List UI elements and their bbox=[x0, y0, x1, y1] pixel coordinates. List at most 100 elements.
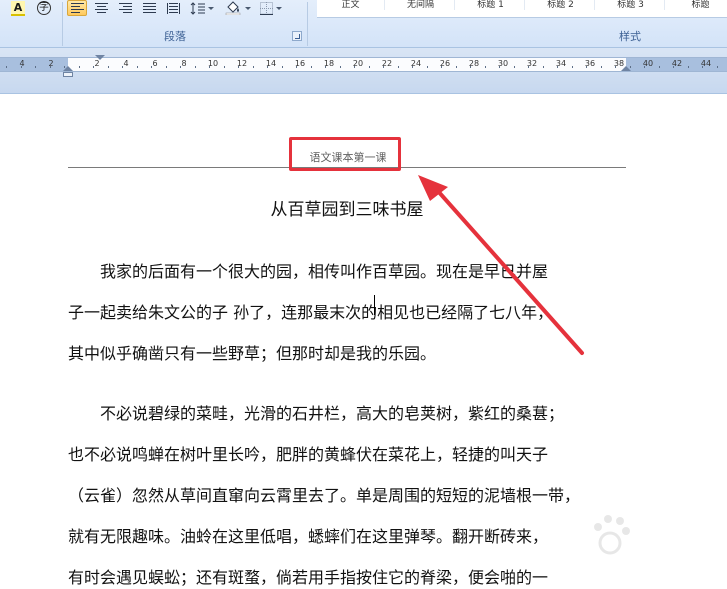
ruler-number: 2 bbox=[48, 59, 54, 68]
line-spacing-button[interactable] bbox=[189, 0, 207, 16]
character-border-icon: 字 bbox=[37, 1, 51, 15]
ruler-tick bbox=[557, 66, 558, 68]
shading-button[interactable] bbox=[222, 0, 244, 16]
ruler-tick bbox=[267, 66, 268, 68]
style-heading-1[interactable]: 标题 1 bbox=[457, 0, 525, 10]
borders-dropdown[interactable] bbox=[275, 0, 283, 16]
text-cursor bbox=[374, 295, 375, 315]
paragraph-group-label: 段落 bbox=[164, 30, 186, 43]
quick-styles-gallery: 正文 无间隔 标题 1 标题 2 标题 3 标题 bbox=[317, 0, 727, 18]
style-no-spacing[interactable]: 无间隔 bbox=[387, 0, 455, 10]
ruler-tick bbox=[137, 66, 138, 68]
justify-button[interactable] bbox=[139, 0, 159, 16]
align-right-icon bbox=[118, 2, 132, 14]
ruler-tick bbox=[441, 66, 442, 68]
paragraph-line[interactable]: 有时会遇见蜈蚣；还有斑蝥，倘若用手指按住它的脊梁，便会啪的一 bbox=[68, 567, 548, 589]
ruler-tick bbox=[499, 66, 500, 68]
ruler-tick bbox=[688, 66, 689, 68]
align-center-icon bbox=[94, 2, 108, 14]
document-title[interactable]: 从百草园到三味书屋 bbox=[0, 199, 694, 221]
annotation-highlight-box bbox=[289, 137, 401, 171]
ruler-tick bbox=[615, 66, 616, 68]
style-normal[interactable]: 正文 bbox=[317, 0, 385, 10]
ruler-tick bbox=[6, 66, 7, 68]
ruler-tick bbox=[456, 66, 457, 68]
distributed-button[interactable] bbox=[163, 0, 183, 16]
paragraph-line[interactable]: 也不必说鸣蝉在树叶里长吟，肥胖的黄蜂伏在菜花上，轻捷的叫天子 bbox=[68, 444, 548, 466]
borders-button[interactable] bbox=[257, 0, 275, 16]
ruler-tick bbox=[311, 66, 312, 68]
watermark-paw-icon bbox=[594, 515, 630, 555]
ruler-tick bbox=[412, 66, 413, 68]
ruler-tick bbox=[514, 66, 515, 68]
ruler-tick bbox=[398, 66, 399, 68]
ruler-tick bbox=[151, 66, 152, 68]
align-center-button[interactable] bbox=[91, 0, 111, 16]
paragraph-line[interactable]: 我家的后面有一个很大的园，相传叫作百草园。现在是早已并屋 bbox=[100, 261, 548, 283]
ruler-tick bbox=[108, 66, 109, 68]
document-page[interactable]: 语文课本第一课 从百草园到三味书屋 我家的后面有一个很大的园，相传叫作百草园。现… bbox=[0, 95, 727, 589]
style-heading-2[interactable]: 标题 2 bbox=[527, 0, 595, 10]
line-spacing-icon bbox=[190, 1, 205, 15]
ruler-tick bbox=[659, 66, 660, 68]
distributed-icon bbox=[166, 2, 180, 14]
paragraph-line[interactable]: 子一起卖给朱文公的子 孙了，连那最末次的相见也已经隔了七八年， bbox=[68, 302, 553, 324]
paragraph-dialog-launcher[interactable] bbox=[292, 31, 302, 41]
ruler-tick bbox=[485, 66, 486, 68]
align-left-button[interactable] bbox=[67, 0, 87, 16]
borders-icon bbox=[259, 1, 273, 15]
ruler-tick bbox=[93, 66, 94, 68]
ruler-tick bbox=[122, 66, 123, 68]
ruler-tick bbox=[195, 66, 196, 68]
ruler-tick bbox=[528, 66, 529, 68]
align-left-icon bbox=[70, 2, 84, 14]
style-title[interactable]: 标题 bbox=[667, 0, 727, 10]
ruler-tick bbox=[354, 66, 355, 68]
first-line-indent-marker[interactable] bbox=[95, 55, 105, 61]
justify-icon bbox=[142, 2, 156, 14]
paragraph-line[interactable]: 就有无限趣味。油蛉在这里低唱，蟋蟀们在这里弹琴。翻开断砖来， bbox=[68, 526, 548, 548]
shading-dropdown[interactable] bbox=[244, 0, 252, 16]
line-spacing-dropdown[interactable] bbox=[207, 0, 215, 16]
horizontal-ruler[interactable]: 4 2 2 4 6 8 10 12 14 16 18 20 22 24 26 28 30 32 34 36 38 40 42… bbox=[0, 48, 727, 94]
ruler-tick bbox=[586, 66, 587, 68]
ruler-tick bbox=[383, 66, 384, 68]
ruler-tick bbox=[253, 66, 254, 68]
left-indent-marker[interactable] bbox=[63, 72, 73, 77]
ruler-tick bbox=[572, 66, 573, 68]
group-separator bbox=[62, 2, 63, 46]
ruler-tick bbox=[470, 66, 471, 68]
paint-bucket-icon bbox=[225, 1, 241, 15]
ruler-tick bbox=[209, 66, 210, 68]
ruler-tick bbox=[340, 66, 341, 68]
ruler-tick bbox=[543, 66, 544, 68]
paragraph-line[interactable]: 其中似乎确凿只有一些野草；但那时却是我的乐园。 bbox=[68, 343, 436, 365]
ruler-tick bbox=[50, 66, 51, 68]
style-heading-3[interactable]: 标题 3 bbox=[597, 0, 665, 10]
ruler-tick bbox=[369, 66, 370, 68]
paragraph-line[interactable]: 不必说碧绿的菜畦，光滑的石井栏，高大的皂荚树，紫红的桑葚； bbox=[100, 403, 564, 425]
ruler-tick bbox=[427, 66, 428, 68]
ruler-tick bbox=[180, 66, 181, 68]
ruler-tick bbox=[644, 66, 645, 68]
right-indent-marker[interactable] bbox=[621, 66, 631, 74]
ruler-tick bbox=[702, 66, 703, 68]
ribbon: A 字 段落 正文 无间隔 标题 1 标题 2 标题 3 标题 样式 bbox=[0, 0, 727, 48]
ruler-tick bbox=[21, 66, 22, 68]
text-highlight-button[interactable]: A bbox=[8, 0, 28, 16]
ruler-tick bbox=[673, 66, 674, 68]
ruler-tick bbox=[79, 66, 80, 68]
character-border-button[interactable]: 字 bbox=[34, 0, 54, 16]
styles-group-label: 样式 bbox=[619, 30, 641, 43]
ruler-tick bbox=[282, 66, 283, 68]
ruler-tick bbox=[601, 66, 602, 68]
group-separator bbox=[307, 2, 308, 46]
ruler-tick bbox=[166, 66, 167, 68]
text-highlight-icon: A bbox=[10, 0, 26, 16]
ruler-tick bbox=[238, 66, 239, 68]
ruler-tick bbox=[35, 66, 36, 68]
ruler-strip: 4 2 2 4 6 8 10 12 14 16 18 20 22 24 26 28 30 32 34 36 38 40 42… bbox=[0, 57, 727, 72]
ruler-tick bbox=[325, 66, 326, 68]
align-right-button[interactable] bbox=[115, 0, 135, 16]
paragraph-line[interactable]: （云雀）忽然从草间直窜向云霄里去了。单是周围的短短的泥墙根一带， bbox=[68, 485, 580, 507]
